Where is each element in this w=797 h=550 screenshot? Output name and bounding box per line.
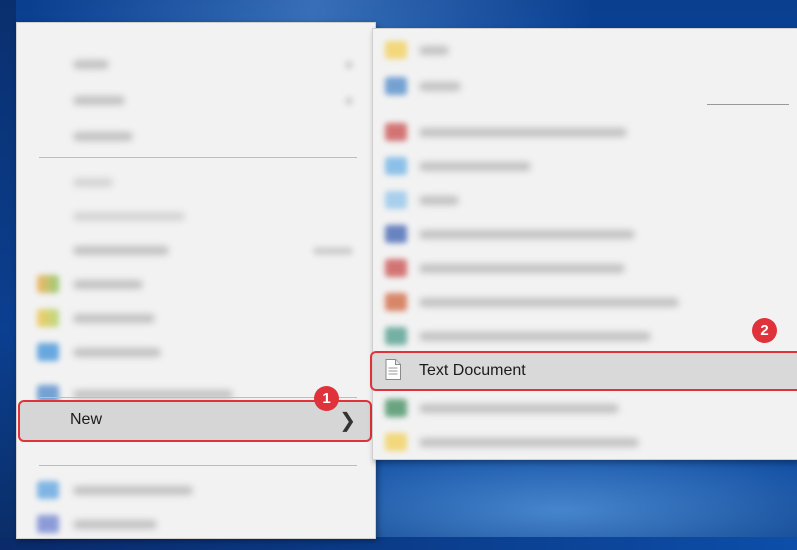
blurred-icon [385, 433, 407, 451]
blurred-icon [385, 225, 407, 243]
blurred-label [419, 298, 679, 307]
wallpaper-edge [0, 0, 16, 550]
submenu-item-blurred[interactable] [373, 425, 797, 459]
blurred-label [419, 46, 449, 55]
blurred-label [419, 196, 459, 205]
menu-divider [39, 397, 357, 398]
blurred-label [73, 348, 161, 357]
context-menu-item-blurred[interactable] [17, 83, 375, 117]
blurred-label [73, 280, 143, 289]
blurred-label [419, 162, 531, 171]
blurred-submenu-arrow [345, 61, 353, 69]
submenu-item-blurred[interactable] [373, 217, 797, 251]
blurred-icon [385, 157, 407, 175]
blurred-icon [385, 327, 407, 345]
blurred-label [73, 314, 155, 323]
context-menu-item-blurred[interactable] [17, 507, 375, 541]
submenu-item-blurred[interactable] [373, 391, 797, 425]
blurred-shortcut [313, 247, 353, 255]
new-item-label: New [70, 411, 103, 428]
menu-divider [39, 465, 357, 466]
blurred-icon [37, 309, 59, 327]
blurred-label [419, 332, 651, 341]
context-menu-item-blurred[interactable] [17, 165, 375, 199]
submenu-item-blurred[interactable] [373, 251, 797, 285]
blurred-label [419, 82, 461, 91]
blurred-submenu-arrow [345, 97, 353, 105]
submenu-item-text-document[interactable]: Text Document [373, 353, 797, 389]
blurred-icon [37, 343, 59, 361]
blurred-icon [385, 41, 407, 59]
blurred-label [73, 178, 113, 187]
callout-badge-2: 2 [752, 318, 777, 343]
blurred-icon [385, 191, 407, 209]
context-menu-item-blurred[interactable] [17, 47, 375, 81]
submenu-item-blurred[interactable] [373, 69, 797, 103]
submenu-item-blurred[interactable] [373, 319, 797, 353]
submenu-item-blurred[interactable] [373, 149, 797, 183]
context-menu-item-blurred[interactable] [17, 119, 375, 153]
blurred-icon [385, 77, 407, 95]
blurred-label [73, 132, 133, 141]
submenu-item-blurred[interactable] [373, 33, 797, 67]
callout-badge-1: 1 [314, 386, 339, 411]
blurred-icon [37, 385, 59, 403]
context-menu-item-blurred[interactable] [17, 199, 375, 233]
blurred-label [73, 212, 185, 221]
blurred-icon [385, 123, 407, 141]
chevron-right-icon: ❯ [339, 408, 356, 432]
blurred-label [73, 246, 169, 255]
context-menu-item-blurred[interactable] [17, 267, 375, 301]
context-menu-item-blurred[interactable] [17, 473, 375, 507]
blurred-label [419, 128, 627, 137]
submenu-item-blurred[interactable] [373, 285, 797, 319]
blurred-icon [385, 259, 407, 277]
context-menu-item-blurred[interactable] [17, 233, 375, 267]
submenu-item-blurred[interactable] [373, 183, 797, 217]
blurred-label [419, 404, 619, 413]
blurred-label [73, 520, 157, 529]
context-menu-item-blurred[interactable] [17, 335, 375, 369]
blurred-label [419, 438, 639, 447]
blurred-label [73, 60, 109, 69]
menu-divider [39, 157, 357, 158]
text-document-icon [385, 359, 401, 380]
blurred-icon [385, 399, 407, 417]
blurred-label [419, 230, 635, 239]
submenu-divider [707, 104, 789, 105]
blurred-label [419, 264, 625, 273]
text-document-label: Text Document [419, 362, 526, 379]
new-submenu [372, 28, 797, 460]
blurred-icon [385, 293, 407, 311]
blurred-icon [37, 275, 59, 293]
blurred-icon [37, 515, 59, 533]
blurred-label [73, 96, 125, 105]
desktop-context-menu [16, 22, 376, 539]
blurred-label [73, 486, 193, 495]
context-menu-item-blurred[interactable] [17, 301, 375, 335]
blurred-icon [37, 481, 59, 499]
submenu-item-blurred[interactable] [373, 115, 797, 149]
